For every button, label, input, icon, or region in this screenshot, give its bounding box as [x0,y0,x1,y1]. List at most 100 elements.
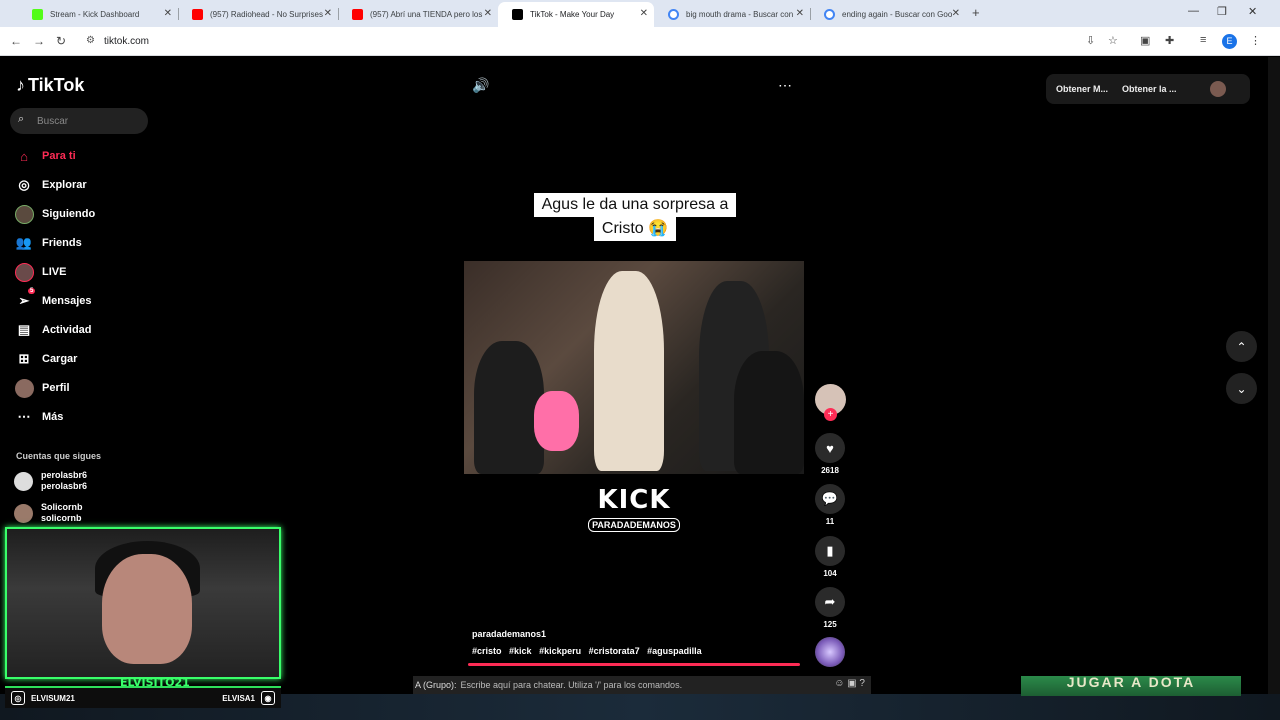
search-icon: ⌕ [18,113,25,125]
hashtag-link[interactable]: #cristorata7 [589,646,640,656]
next-video-chevron-down-icon[interactable]: ⌄ [1226,373,1257,404]
close-icon[interactable]: ✕ [952,8,960,19]
kick-favicon-icon [32,9,43,20]
close-icon[interactable]: ✕ [324,8,332,19]
nav-item-cargar[interactable]: ⊞ Cargar [14,348,78,370]
user-avatar[interactable] [1210,81,1226,97]
nav-item-siguiendo[interactable]: Siguiendo [14,203,95,225]
messages-icon: ➢ 5 [18,288,36,308]
discord-icon: ◉ [261,691,275,705]
video-frame[interactable] [464,261,804,474]
nav-item-live[interactable]: LIVE [14,261,66,283]
comment-button[interactable]: 💬 11 [815,484,845,526]
close-icon[interactable]: ✕ [164,8,172,19]
comment-count: 11 [825,517,835,526]
tiktok-note-icon: ♪ [16,75,25,95]
live-avatar-icon [14,262,34,282]
minimize-icon[interactable]: — [1188,5,1199,17]
back-icon[interactable]: ← [10,34,22,48]
new-tab-icon[interactable]: + [972,5,980,20]
search-placeholder: Buscar [37,115,69,127]
hashtag-link[interactable]: #cristo [472,646,502,656]
avatar [14,204,34,224]
browser-profile-avatar[interactable]: E [1222,34,1237,49]
nav-item-mensajes[interactable]: ➢ 5 Mensajes [14,288,92,312]
nav-item-explorar[interactable]: ◎ Explorar [14,174,86,196]
get-coins-button[interactable]: Obtener M... [1056,84,1108,94]
video-progress-bar[interactable] [468,663,800,666]
game-chat-input[interactable]: A (Grupo): Escribe aquí para chatear. Ut… [413,676,871,694]
hashtag-link[interactable]: #kickperu [539,646,581,656]
share-button[interactable]: ➦ 125 [815,587,845,629]
page-scrollbar[interactable] [1268,57,1280,720]
tiktok-logo[interactable]: ♪ TikTok [16,75,84,96]
bookmark-icon: ▮ [815,536,845,566]
nav-item-mas[interactable]: ⋯ Más [14,406,64,428]
avatar [14,503,33,523]
browser-tab[interactable]: ending again - Buscar con Goo ✕ [810,2,966,27]
nav-item-friends[interactable]: 👥 Friends [14,232,82,254]
video-hashtags: #cristo #kick #kickperu #cristorata7 #ag… [472,646,707,656]
previous-video-chevron-up-icon[interactable]: ⌃ [1226,331,1257,362]
extensions-icon[interactable]: ✚ [1165,34,1174,47]
get-app-button[interactable]: Obtener la ... [1122,84,1177,94]
close-icon[interactable]: ✕ [640,8,648,19]
like-button[interactable]: ♥ 2618 [815,433,845,475]
follow-plus-icon[interactable]: + [824,408,837,421]
restore-icon[interactable]: ❐ [1217,5,1227,18]
forward-icon[interactable]: → [33,34,45,48]
account-handle: solicornb [41,513,82,523]
site-info-icon[interactable]: ⚙ [86,35,95,46]
chat-tools-icons[interactable]: ☺ ▣ ? [834,678,865,689]
nav-item-para-ti[interactable]: ⌂ Para ti [14,145,76,167]
more-options-icon[interactable]: ⋯ [778,77,792,94]
browser-tab[interactable]: big mouth drama - Buscar con ✕ [654,2,810,27]
address-bar[interactable]: ⚙ tiktok.com [80,30,1100,52]
nav-label: Más [42,411,64,423]
browser-tab[interactable]: Stream - Kick Dashboard ✕ [18,2,178,27]
browser-tab[interactable]: (957) Abrí una TIENDA pero los ✕ [338,2,498,27]
share-icon: ➦ [815,587,845,617]
caption-line: Agus le da una sorpresa a [533,193,737,217]
nav-label: LIVE [42,266,67,278]
youtube-favicon-icon [192,9,203,20]
play-dota-button[interactable]: JUGAR A DOTA [1021,676,1241,696]
hashtag-link[interactable]: #aguspadilla [647,646,702,656]
bookmark-star-icon[interactable]: ☆ [1108,34,1118,47]
browser-tab[interactable]: (957) Radiohead - No Surprises ✕ [178,2,338,27]
youtube-favicon-icon [352,9,363,20]
nav-item-actividad[interactable]: ▤ Actividad [14,319,92,341]
search-input[interactable]: ⌕ Buscar [10,108,148,134]
install-app-icon[interactable]: ⇩ [1086,34,1095,47]
video-person [474,341,544,474]
video-person [734,351,804,474]
music-disc-icon[interactable] [815,637,845,667]
video-username[interactable]: paradademanos1 [472,629,546,639]
browser-tab-active[interactable]: TikTok - Make Your Day ✕ [498,2,654,27]
menu-kebab-icon[interactable]: ⋮ [1250,34,1261,47]
followed-account[interactable]: Solicornb solicornb [14,502,83,524]
logo-text: TikTok [28,75,85,95]
window-close-icon[interactable]: ✕ [1248,5,1257,18]
volume-icon[interactable]: 🔊 [472,77,489,94]
activity-icon: ▤ [17,322,31,337]
tiktok-favicon-icon [512,9,523,20]
nav-item-perfil[interactable]: Perfil [14,377,70,399]
close-icon[interactable]: ✕ [484,8,492,19]
save-button[interactable]: ▮ 104 [815,536,845,578]
close-icon[interactable]: ✕ [796,8,804,19]
followed-account[interactable]: perolasbr6 perolasbr6 [14,470,87,492]
media-controls-icon[interactable]: ≡ [1200,34,1206,46]
account-names: perolasbr6 perolasbr6 [41,470,87,492]
nav-label: Siguiendo [42,208,96,220]
nav-label: Actividad [42,324,92,336]
account-names: Solicornb solicornb [41,502,83,524]
browser-toolbar: ← → ↻ ⚙ tiktok.com ⇩ ☆ ▣ ✚ ≡ ⋮ [0,27,1280,56]
screenshot-icon[interactable]: ▣ [1140,34,1150,47]
hashtag-link[interactable]: #kick [509,646,532,656]
share-count: 125 [823,620,837,629]
unread-badge: 5 [28,288,36,294]
compass-icon: ◎ [18,177,30,192]
tab-label: (957) Radiohead - No Surprises [210,10,323,19]
reload-icon[interactable]: ↻ [56,34,66,48]
